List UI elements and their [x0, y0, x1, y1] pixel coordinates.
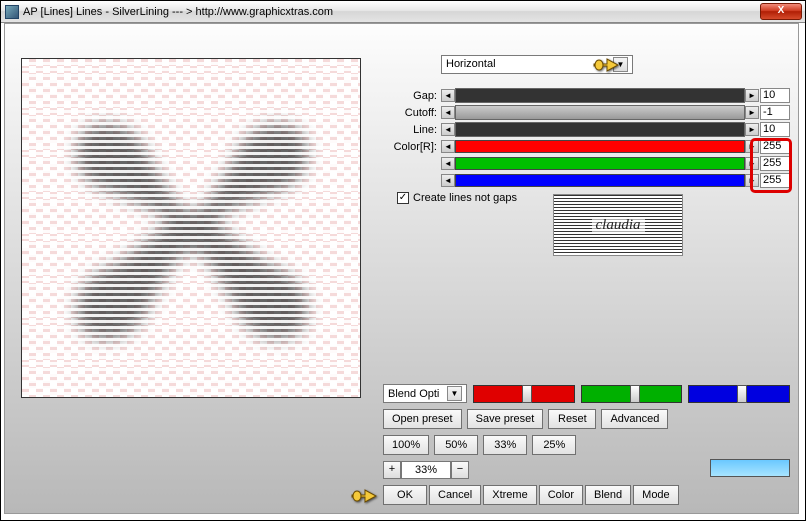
xtreme-button[interactable]: Xtreme: [483, 485, 536, 505]
cutoff-value[interactable]: -1: [760, 105, 790, 120]
line-slider[interactable]: [455, 122, 745, 137]
dropdown-value: Horizontal: [446, 58, 496, 70]
cutoff-right-arrow[interactable]: ►: [745, 106, 759, 119]
dialog-window: AP [Lines] Lines - SilverLining --- > ht…: [0, 0, 806, 521]
r-right-arrow[interactable]: ►: [745, 140, 759, 153]
close-button[interactable]: X: [760, 3, 802, 20]
save-preset-button[interactable]: Save preset: [467, 409, 544, 429]
client-area: Horizontal ▼ Gap: ◄ ► 10 Cutoff: ◄ ► -1: [4, 23, 799, 514]
color-r-label: Color[R]:: [383, 141, 441, 153]
blend-dropdown[interactable]: Blend Opti ▼: [383, 384, 467, 403]
create-lines-checkbox[interactable]: ✓: [397, 192, 409, 204]
blue-slider[interactable]: [455, 174, 745, 187]
gap-label: Gap:: [383, 90, 441, 102]
chevron-down-icon[interactable]: ▼: [447, 386, 462, 401]
zoom-out-button[interactable]: −: [451, 461, 469, 479]
gap-slider[interactable]: [455, 88, 745, 103]
g-right-arrow[interactable]: ►: [745, 157, 759, 170]
blend-dropdown-value: Blend Opti: [388, 388, 439, 400]
pointing-hand-icon: [351, 485, 377, 505]
cutoff-slider[interactable]: [455, 105, 745, 120]
blend-blue-slider[interactable]: [688, 385, 790, 403]
cutoff-left-arrow[interactable]: ◄: [441, 106, 455, 119]
color-button[interactable]: Color: [539, 485, 583, 505]
advanced-button[interactable]: Advanced: [601, 409, 668, 429]
bottom-controls: Blend Opti ▼ Open preset Save preset Res…: [383, 384, 790, 505]
blend-green-slider[interactable]: [581, 385, 683, 403]
b-value[interactable]: 255: [760, 173, 790, 188]
preview-shape: [67, 114, 317, 349]
gap-right-arrow[interactable]: ►: [745, 89, 759, 102]
zoom-in-button[interactable]: +: [383, 461, 401, 479]
zoom-value[interactable]: 33%: [401, 461, 451, 479]
green-slider[interactable]: [455, 157, 745, 170]
zoom-25-button[interactable]: 25%: [532, 435, 576, 455]
parameter-panel: Horizontal ▼ Gap: ◄ ► 10 Cutoff: ◄ ► -1: [383, 54, 790, 204]
line-left-arrow[interactable]: ◄: [441, 123, 455, 136]
r-left-arrow[interactable]: ◄: [441, 140, 455, 153]
b-right-arrow[interactable]: ►: [745, 174, 759, 187]
color-swatch[interactable]: [710, 459, 790, 477]
r-value[interactable]: 255: [760, 139, 790, 154]
slider-thumb[interactable]: [522, 385, 532, 403]
cancel-button[interactable]: Cancel: [429, 485, 481, 505]
pointing-hand-icon: [593, 54, 619, 74]
red-slider[interactable]: [455, 140, 745, 153]
line-right-arrow[interactable]: ►: [745, 123, 759, 136]
slider-thumb[interactable]: [737, 385, 747, 403]
blend-button[interactable]: Blend: [585, 485, 631, 505]
line-label: Line:: [383, 124, 441, 136]
zoom-33-button[interactable]: 33%: [483, 435, 527, 455]
line-value[interactable]: 10: [760, 122, 790, 137]
app-icon: [5, 5, 19, 19]
g-left-arrow[interactable]: ◄: [441, 157, 455, 170]
open-preset-button[interactable]: Open preset: [383, 409, 462, 429]
slider-thumb[interactable]: [630, 385, 640, 403]
watermark-text: claudia: [592, 217, 645, 234]
window-title: AP [Lines] Lines - SilverLining --- > ht…: [23, 6, 760, 18]
ok-button[interactable]: OK: [383, 485, 427, 505]
cutoff-label: Cutoff:: [383, 107, 441, 119]
mode-button[interactable]: Mode: [633, 485, 679, 505]
zoom-100-button[interactable]: 100%: [383, 435, 429, 455]
zoom-50-button[interactable]: 50%: [434, 435, 478, 455]
watermark-logo: claudia: [553, 194, 683, 256]
titlebar[interactable]: AP [Lines] Lines - SilverLining --- > ht…: [1, 1, 805, 23]
g-value[interactable]: 255: [760, 156, 790, 171]
gap-value[interactable]: 10: [760, 88, 790, 103]
gap-left-arrow[interactable]: ◄: [441, 89, 455, 102]
create-lines-label: Create lines not gaps: [413, 192, 517, 204]
preview-pane: [21, 58, 361, 398]
b-left-arrow[interactable]: ◄: [441, 174, 455, 187]
blend-red-slider[interactable]: [473, 385, 575, 403]
reset-button[interactable]: Reset: [548, 409, 596, 429]
